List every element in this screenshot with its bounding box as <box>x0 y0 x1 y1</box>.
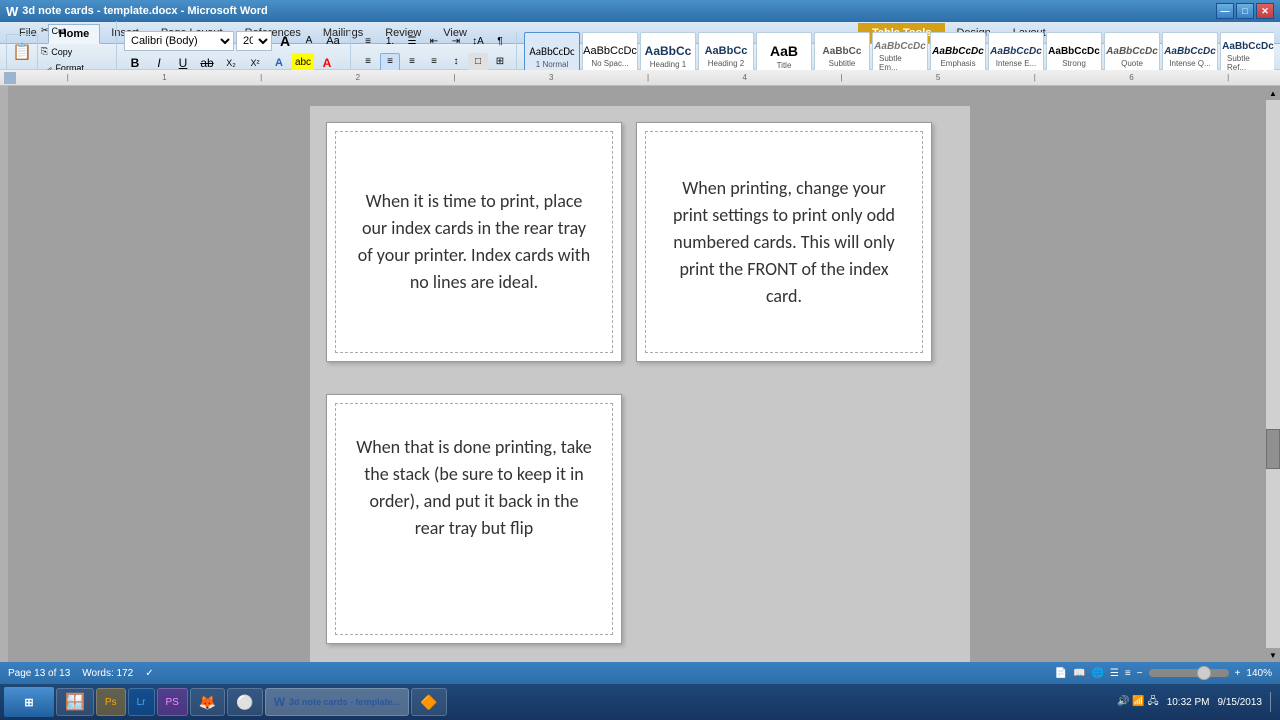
scrollbar-vertical[interactable]: ▲ ▼ <box>1266 86 1280 662</box>
card-2-outer: When printing, change your print setting… <box>636 122 932 362</box>
status-bar: Page 13 of 13 Words: 172 ✓ 📄 📖 🌐 ☰ ≡ − +… <box>0 662 1280 684</box>
card-1-inner: When it is time to print, place our inde… <box>335 131 613 353</box>
ruler: |1|2|3|4|5|6| <box>0 70 1280 86</box>
bullets-button[interactable]: ≡ <box>358 33 378 51</box>
font-size-select[interactable]: 20 <box>236 31 272 51</box>
view-mode-outline[interactable]: ☰ <box>1110 668 1119 679</box>
page-top: When it is time to print, place our inde… <box>310 106 970 378</box>
card-1-outer: When it is time to print, place our inde… <box>326 122 622 362</box>
align-center-button[interactable]: ≡ <box>380 53 400 71</box>
scroll-thumb[interactable] <box>1266 429 1280 469</box>
taskbar-app-ps[interactable]: Ps <box>96 688 126 716</box>
word-count: Words: 172 <box>82 668 133 679</box>
title-text: 3d note cards - template.docx - Microsof… <box>22 5 268 17</box>
borders-button[interactable]: ⊞ <box>490 53 510 71</box>
page-indicator: Page 13 of 13 <box>8 668 70 679</box>
taskbar: ⊞ 🪟 Ps Lr PS 🦊 ⚪ W 3d note cards - templ… <box>0 684 1280 720</box>
scroll-down-button[interactable]: ▼ <box>1266 648 1280 662</box>
spell-check-icon[interactable]: ✓ <box>145 668 153 679</box>
zoom-level: 140% <box>1246 668 1272 679</box>
page-wrapper: When it is time to print, place our inde… <box>310 106 970 642</box>
copy-button[interactable]: ⎘Copy <box>40 42 90 62</box>
taskbar-app-psh[interactable]: PS <box>157 688 188 716</box>
taskbar-app-vlc[interactable]: 🔶 <box>411 688 446 716</box>
paste-button[interactable]: 📋 <box>6 34 38 70</box>
align-left-button[interactable]: ≡ <box>358 53 378 71</box>
taskbar-tray: 🔊 📶 🖧 10:32 PM 9/15/2013 <box>1117 692 1276 712</box>
card-1-text: When it is time to print, place our inde… <box>356 188 592 296</box>
numbering-button[interactable]: 1. <box>380 33 400 51</box>
title-bar-left: W 3d note cards - template.docx - Micros… <box>6 4 268 19</box>
maximize-button[interactable]: □ <box>1236 3 1254 19</box>
tray-icons: 🔊 📶 🖧 <box>1117 694 1159 711</box>
line-spacing-button[interactable]: ↕ <box>446 53 466 71</box>
clear-format-button[interactable]: Aa <box>322 31 344 51</box>
decrease-indent-button[interactable]: ⇤ <box>424 33 444 51</box>
grow-font-button[interactable]: A <box>274 31 296 51</box>
status-right: 📄 📖 🌐 ☰ ≡ − + 140% <box>1055 668 1272 679</box>
show-desktop-button[interactable] <box>1270 692 1276 712</box>
taskbar-app-word[interactable]: W 3d note cards - template... <box>265 688 409 716</box>
view-mode-print[interactable]: 📄 <box>1055 668 1067 679</box>
card-2-text: When printing, change your print setting… <box>666 175 902 310</box>
shading-button[interactable]: □ <box>468 53 488 71</box>
view-mode-web[interactable]: 🌐 <box>1091 668 1103 679</box>
page-bottom: When that is done printing, take the sta… <box>310 378 970 662</box>
scroll-up-button[interactable]: ▲ <box>1266 86 1280 100</box>
zoom-out-button[interactable]: − <box>1137 668 1143 679</box>
view-mode-full[interactable]: 📖 <box>1073 668 1085 679</box>
formatting-bar: 📋 ✂Cut ⎘Copy 🖌Format Painter Clipboard C… <box>0 44 1280 70</box>
sort-button[interactable]: ↕A <box>468 33 488 51</box>
minimize-button[interactable]: — <box>1216 3 1234 19</box>
taskbar-app-chrome[interactable]: ⚪ <box>227 688 262 716</box>
justify-button[interactable]: ≡ <box>424 53 444 71</box>
show-marks-button[interactable]: ¶ <box>490 33 510 51</box>
card-3-inner: When that is done printing, take the sta… <box>335 403 613 635</box>
font-name-select[interactable]: Calibri (Body) <box>124 31 234 51</box>
status-left: Page 13 of 13 Words: 172 ✓ <box>8 668 154 679</box>
document-area: When it is time to print, place our inde… <box>0 86 1280 662</box>
taskbar-date: 9/15/2013 <box>1218 697 1263 708</box>
taskbar-time: 10:32 PM <box>1167 697 1210 708</box>
close-button[interactable]: ✕ <box>1256 3 1274 19</box>
increase-indent-button[interactable]: ⇥ <box>446 33 466 51</box>
word-icon: W <box>6 4 18 19</box>
title-bar-controls: — □ ✕ <box>1216 3 1274 19</box>
card-3-text: When that is done printing, take the sta… <box>356 434 592 542</box>
taskbar-app-lr[interactable]: Lr <box>128 688 155 716</box>
card-3-outer: When that is done printing, take the sta… <box>326 394 622 644</box>
card-2-inner: When printing, change your print setting… <box>645 131 923 353</box>
align-right-button[interactable]: ≡ <box>402 53 422 71</box>
view-mode-draft[interactable]: ≡ <box>1125 668 1131 679</box>
taskbar-word-label: 3d note cards - template... <box>289 697 400 707</box>
zoom-slider[interactable] <box>1149 669 1229 677</box>
title-bar: W 3d note cards - template.docx - Micros… <box>0 0 1280 22</box>
multilevel-button[interactable]: ☰ <box>402 33 422 51</box>
taskbar-app-ff[interactable]: 🦊 <box>190 688 225 716</box>
start-button[interactable]: ⊞ <box>4 687 54 717</box>
shrink-font-button[interactable]: A <box>298 31 320 51</box>
taskbar-app-windows[interactable]: 🪟 <box>56 688 94 716</box>
cut-button[interactable]: ✂Cut <box>40 21 90 41</box>
zoom-thumb[interactable] <box>1197 666 1211 680</box>
zoom-in-button[interactable]: + <box>1235 668 1241 679</box>
